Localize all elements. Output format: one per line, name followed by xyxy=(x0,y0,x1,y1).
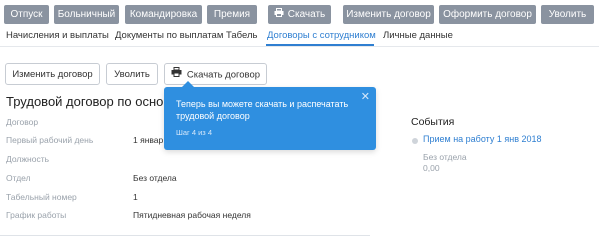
tab-payments[interactable]: Начисления и выплаты xyxy=(6,30,109,41)
dismiss-button[interactable]: Уволить xyxy=(541,5,594,24)
field-value-first-day: 1 январ xyxy=(133,135,164,145)
field-label-position: Должность xyxy=(6,154,50,164)
tooltip-text: Теперь вы можете скачать и распечатать т… xyxy=(176,99,349,121)
field-label-contract: Договор xyxy=(6,117,39,127)
field-label-personnel-number: Табельный номер xyxy=(6,192,77,202)
create-contract-button[interactable]: Оформить договор xyxy=(439,5,536,24)
field-label-department: Отдел xyxy=(6,173,31,183)
tooltip-step: Шаг 4 из 4 xyxy=(176,128,213,137)
printer-icon xyxy=(171,64,182,86)
tab-payment-documents[interactable]: Документы по выплатам xyxy=(115,30,223,41)
onboarding-tooltip: Теперь вы можете скачать и распечатать т… xyxy=(164,81,376,150)
change-contract-secondary-button[interactable]: Изменить договор xyxy=(5,63,100,85)
field-label-schedule: График работы xyxy=(6,210,67,220)
tab-timesheet[interactable]: Табель xyxy=(226,30,257,41)
tabs-divider xyxy=(0,46,599,47)
page-title: Трудовой договор по осно xyxy=(6,94,164,109)
tooltip-arrow xyxy=(182,81,194,87)
section-divider xyxy=(0,235,370,236)
event-department: Без отдела xyxy=(423,152,467,162)
change-contract-button[interactable]: Изменить договор xyxy=(343,5,434,24)
business-trip-button[interactable]: Командировка xyxy=(125,5,202,24)
employee-tabs: Начисления и выплаты Документы по выплат… xyxy=(0,24,599,46)
vacation-button[interactable]: Отпуск xyxy=(4,5,49,24)
tab-contracts[interactable]: Договоры с сотрудником xyxy=(267,30,376,41)
close-icon[interactable]: ✕ xyxy=(361,90,370,103)
field-value-personnel-number: 1 xyxy=(133,192,138,202)
download-contract-button[interactable]: Скачать договор xyxy=(164,63,267,85)
field-label-first-day: Первый рабочий день xyxy=(6,135,94,145)
dismiss-secondary-button[interactable]: Уволить xyxy=(106,63,158,85)
tab-personal-data[interactable]: Личные данные xyxy=(383,30,453,41)
sick-leave-button[interactable]: Больничный xyxy=(54,5,119,24)
event-link[interactable]: Прием на работу 1 янв 2018 xyxy=(423,134,542,144)
event-amount: 0,00 xyxy=(423,163,440,173)
download-button-label: Скачать xyxy=(287,9,326,21)
printer-icon xyxy=(274,5,284,24)
events-title: События xyxy=(411,116,455,128)
field-value-schedule: Пятидневная рабочая неделя xyxy=(133,210,251,220)
event-dot-icon xyxy=(412,138,418,144)
bonus-button[interactable]: Премия xyxy=(207,5,257,24)
download-button[interactable]: Скачать xyxy=(268,5,331,24)
field-value-department: Без отдела xyxy=(133,173,177,183)
download-contract-label: Скачать договор xyxy=(186,69,261,81)
